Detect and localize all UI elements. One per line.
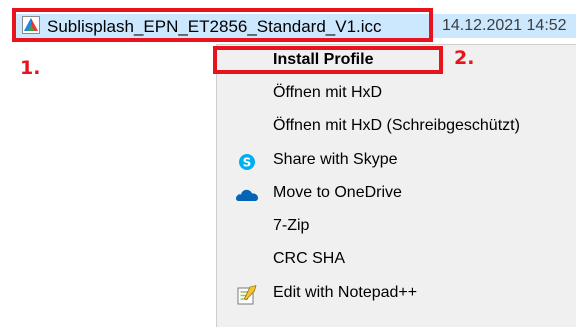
menu-item-label: 7-Zip xyxy=(273,217,310,234)
menu-item-label: Move to OneDrive xyxy=(273,184,402,201)
onedrive-icon xyxy=(235,189,258,201)
annotation-step-2: 2. xyxy=(454,47,475,69)
context-menu: Install Profile Öffnen mit HxD Öffnen mi… xyxy=(216,44,576,327)
notepad-plus-plus-icon xyxy=(237,285,257,305)
menu-item-label: Edit with Notepad++ xyxy=(273,284,418,301)
annotation-box-file xyxy=(12,8,433,42)
menu-item-share-with-skype[interactable]: S Share with Skype xyxy=(217,145,576,178)
menu-item-7zip[interactable]: 7-Zip xyxy=(217,211,576,244)
menu-item-label: CRC SHA xyxy=(273,250,346,267)
menu-item-label: Öffnen mit HxD (Schreibgeschützt) xyxy=(273,117,520,134)
menu-item-open-with-hxd-readonly[interactable]: Öffnen mit HxD (Schreibgeschützt) xyxy=(217,111,576,144)
menu-item-label: Öffnen mit HxD xyxy=(273,84,383,101)
svg-text:S: S xyxy=(243,156,252,170)
menu-item-move-to-onedrive[interactable]: Move to OneDrive xyxy=(217,178,576,211)
menu-item-label: Share with Skype xyxy=(273,151,398,168)
menu-item-open-with-hxd[interactable]: Öffnen mit HxD xyxy=(217,78,576,111)
menu-item-edit-with-notepad-plus-plus[interactable]: Edit with Notepad++ xyxy=(217,278,576,311)
skype-icon: S xyxy=(239,154,255,170)
annotation-box-install-profile xyxy=(213,46,443,74)
menu-item-crc-sha[interactable]: CRC SHA xyxy=(217,244,576,277)
annotation-step-1: 1. xyxy=(20,57,41,79)
file-modified-date: 14.12.2021 14:52 xyxy=(442,17,567,34)
